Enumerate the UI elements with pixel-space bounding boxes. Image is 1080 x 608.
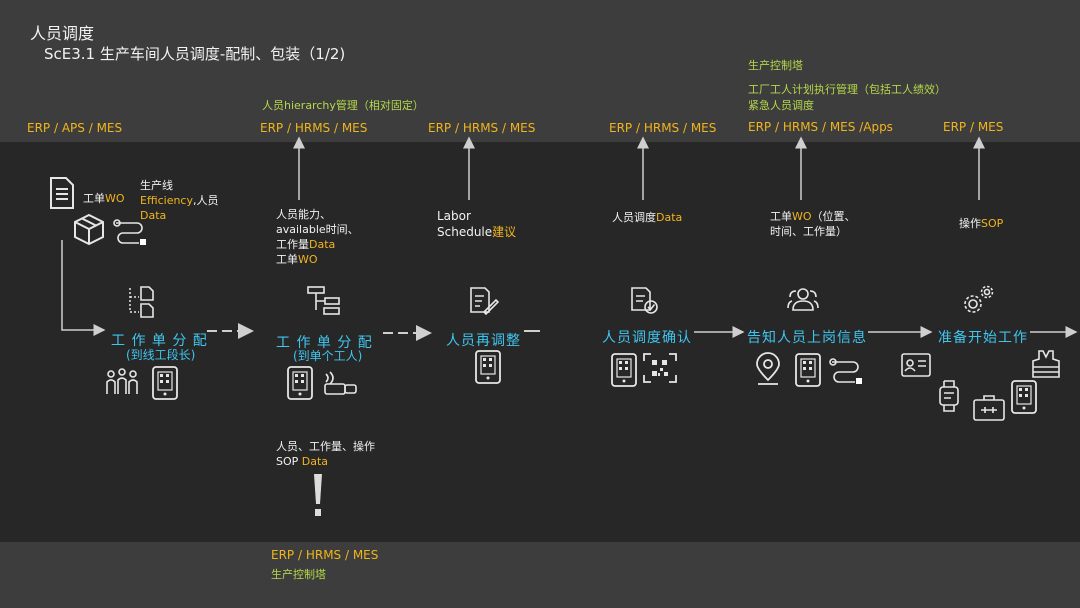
user-group-icon bbox=[787, 288, 819, 311]
tablet-icon-1 bbox=[152, 366, 178, 400]
left-connector bbox=[61, 240, 106, 336]
tablet-icon-4 bbox=[611, 353, 637, 387]
tablet-icon-2 bbox=[287, 366, 313, 400]
nfc-badge-icon bbox=[324, 371, 357, 395]
checklist-icon bbox=[631, 287, 658, 314]
toolbox-icon bbox=[973, 395, 1005, 421]
document-icon bbox=[50, 177, 74, 209]
people-icon bbox=[106, 368, 138, 394]
id-card-icon bbox=[901, 353, 931, 377]
smartwatch-icon bbox=[939, 380, 959, 412]
box-icon bbox=[74, 213, 104, 246]
tablet-icon-6 bbox=[1011, 380, 1037, 414]
qr-scan-icon bbox=[643, 353, 677, 383]
gears-icon bbox=[964, 285, 994, 313]
flow-connectors bbox=[61, 136, 1078, 341]
org-chart-icon bbox=[307, 286, 340, 315]
safety-vest-icon bbox=[1032, 350, 1060, 378]
tablet-icon-5 bbox=[795, 353, 821, 387]
edit-document-icon bbox=[470, 287, 500, 316]
hierarchy-files-icon bbox=[129, 286, 154, 318]
location-pin-icon bbox=[756, 352, 780, 385]
exclamation-icon bbox=[314, 474, 322, 516]
tablet-icon-3 bbox=[475, 350, 501, 384]
route-icon-2 bbox=[829, 358, 862, 384]
route-icon bbox=[113, 219, 146, 245]
